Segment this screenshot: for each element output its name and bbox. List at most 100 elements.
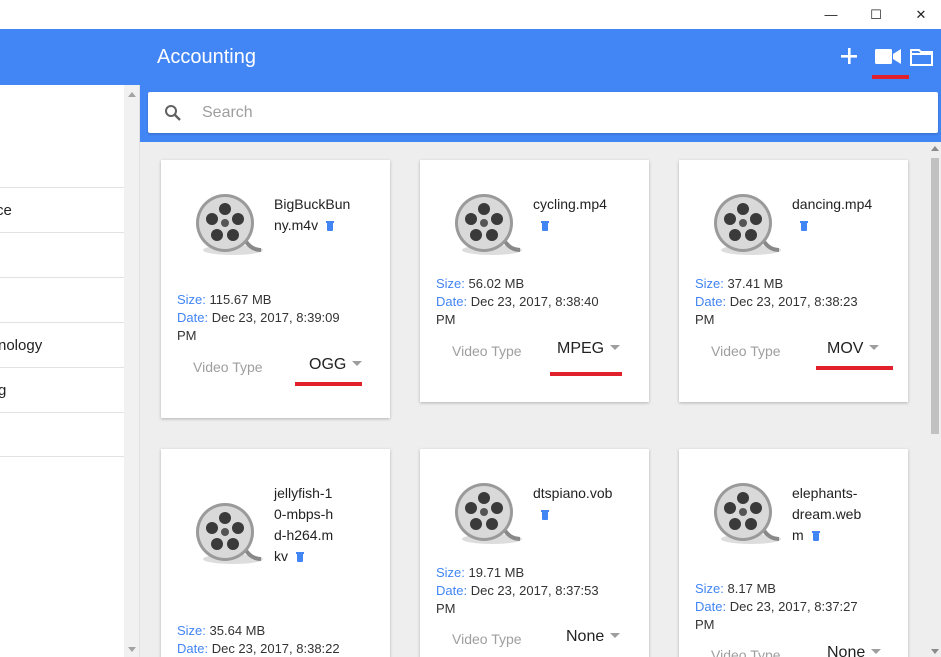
file-date: Dec 23, 2017, 8:37:53: [470, 583, 599, 598]
content-scrollbar[interactable]: [929, 142, 941, 657]
file-card[interactable]: dtspiano.vob Size: 19.71 MB Date: Dec 23…: [420, 449, 649, 657]
file-date: Dec 23, 2017, 8:38:23: [729, 294, 858, 309]
sidebar-item-label: g: [0, 382, 6, 399]
video-type-value: OGG: [309, 356, 347, 373]
file-card[interactable]: elephants-dream.webm Size: 8.17 MB Date:…: [679, 449, 908, 657]
video-type-value: None: [566, 628, 605, 645]
film-reel-icon: [714, 194, 781, 255]
video-type-value: MPEG: [557, 340, 605, 357]
sidebar-item[interactable]: nology: [0, 322, 124, 367]
video-camera-icon[interactable]: [875, 49, 901, 64]
date-label: Date:: [695, 294, 727, 309]
file-name: cycling.mp4: [533, 194, 615, 236]
film-reel-icon: [196, 503, 263, 564]
highlight-underline: [295, 382, 362, 386]
video-type-label: Video Type: [452, 631, 522, 647]
file-date-ampm: PM: [177, 328, 197, 343]
file-size: 35.64 MB: [209, 623, 266, 638]
file-name: BigBuckBunny.m4v: [274, 194, 356, 236]
file-size: 37.41 MB: [727, 276, 784, 291]
sidebar-item[interactable]: ce: [0, 187, 124, 232]
file-name-text: dancing.mp4: [792, 196, 873, 212]
minimize-button[interactable]: —: [808, 0, 854, 29]
page-title: Accounting: [157, 46, 256, 68]
file-meta: Size: 115.67 MB Date: Dec 23, 2017, 8:39…: [177, 291, 340, 345]
highlight-underline: [550, 372, 622, 376]
sidebar-item[interactable]: [0, 412, 124, 457]
folder-icon[interactable]: [910, 48, 934, 66]
file-name-text: elephants-dream.webm: [792, 485, 862, 543]
search-input[interactable]: [202, 92, 902, 133]
sidebar-scrollbar[interactable]: [124, 85, 139, 657]
sidebar-item[interactable]: [0, 232, 124, 277]
file-date: Dec 23, 2017, 8:38:40: [470, 294, 599, 309]
file-date: Dec 23, 2017, 8:37:27: [729, 599, 858, 614]
sidebar-item[interactable]: [0, 277, 124, 322]
video-type-label: Video Type: [452, 343, 522, 359]
file-name-text: cycling.mp4: [533, 196, 607, 212]
film-reel-icon: [714, 483, 781, 544]
file-date-ampm: PM: [436, 601, 456, 616]
file-name-text: BigBuckBunny.m4v: [274, 196, 351, 233]
delete-icon[interactable]: [800, 221, 808, 231]
file-card[interactable]: jellyfish-10-mbps-hd-h264.mkv Size: 35.6…: [161, 449, 390, 657]
date-label: Date:: [695, 599, 727, 614]
search-icon: [165, 105, 181, 121]
maximize-button[interactable]: ☐: [853, 0, 899, 29]
dropdown-caret-icon: [610, 345, 621, 350]
plus-icon[interactable]: [840, 47, 858, 65]
scroll-up-icon[interactable]: [931, 146, 939, 151]
highlight-underline: [816, 366, 893, 370]
delete-icon[interactable]: [541, 221, 549, 231]
video-type-select[interactable]: MOV: [827, 340, 880, 358]
film-reel-icon: [196, 194, 263, 255]
file-date: Dec 23, 2017, 8:39:09: [211, 310, 340, 325]
video-type-label: Video Type: [711, 343, 781, 359]
sidebar: ce nology g: [0, 85, 140, 657]
date-label: Date:: [436, 294, 468, 309]
video-type-select[interactable]: OGG: [309, 356, 363, 374]
file-card[interactable]: cycling.mp4 Size: 56.02 MB Date: Dec 23,…: [420, 160, 649, 402]
video-type-select[interactable]: None: [827, 644, 882, 657]
file-date-ampm: PM: [695, 617, 715, 632]
file-meta: Size: 56.02 MB Date: Dec 23, 2017, 8:38:…: [436, 275, 599, 329]
search-bar: [140, 85, 941, 142]
dropdown-caret-icon: [352, 361, 363, 366]
film-reel-icon: [455, 194, 522, 255]
size-label: Size:: [695, 276, 724, 291]
scroll-down-icon[interactable]: [128, 647, 136, 652]
file-date-ampm: PM: [436, 312, 456, 327]
window-titlebar: — ☐ ✕: [0, 0, 941, 29]
delete-icon[interactable]: [296, 552, 304, 562]
size-label: Size:: [177, 292, 206, 307]
delete-icon[interactable]: [326, 221, 335, 231]
date-label: Date:: [177, 641, 209, 656]
delete-icon[interactable]: [811, 531, 820, 541]
dropdown-caret-icon: [869, 345, 880, 350]
sidebar-item[interactable]: g: [0, 367, 124, 412]
file-size: 8.17 MB: [727, 581, 776, 596]
search-box: [148, 92, 938, 133]
file-meta: Size: 37.41 MB Date: Dec 23, 2017, 8:38:…: [695, 275, 858, 329]
close-button[interactable]: ✕: [898, 0, 941, 29]
dropdown-caret-icon: [610, 633, 621, 638]
file-card[interactable]: BigBuckBunny.m4v Size: 115.67 MB Date: D…: [161, 160, 390, 418]
dropdown-caret-icon: [871, 649, 882, 654]
video-tab-underline: [872, 75, 909, 79]
size-label: Size:: [436, 565, 465, 580]
app-bar: Accounting: [140, 29, 941, 85]
scroll-up-icon[interactable]: [128, 92, 136, 97]
delete-icon[interactable]: [541, 510, 549, 520]
file-meta: Size: 35.64 MB Date: Dec 23, 2017, 8:38:…: [177, 622, 340, 657]
file-meta: Size: 19.71 MB Date: Dec 23, 2017, 8:37:…: [436, 564, 599, 618]
sidebar-item-label: nology: [0, 336, 43, 354]
scrollbar-thumb[interactable]: [931, 158, 939, 434]
scroll-down-icon[interactable]: [931, 649, 939, 654]
film-reel-icon: [455, 483, 522, 544]
file-grid: BigBuckBunny.m4v Size: 115.67 MB Date: D…: [140, 142, 941, 657]
file-name: elephants-dream.webm: [792, 483, 862, 546]
file-size: 19.71 MB: [468, 565, 525, 580]
video-type-select[interactable]: MPEG: [557, 340, 621, 358]
video-type-select[interactable]: None: [566, 628, 621, 646]
date-label: Date:: [436, 583, 468, 598]
